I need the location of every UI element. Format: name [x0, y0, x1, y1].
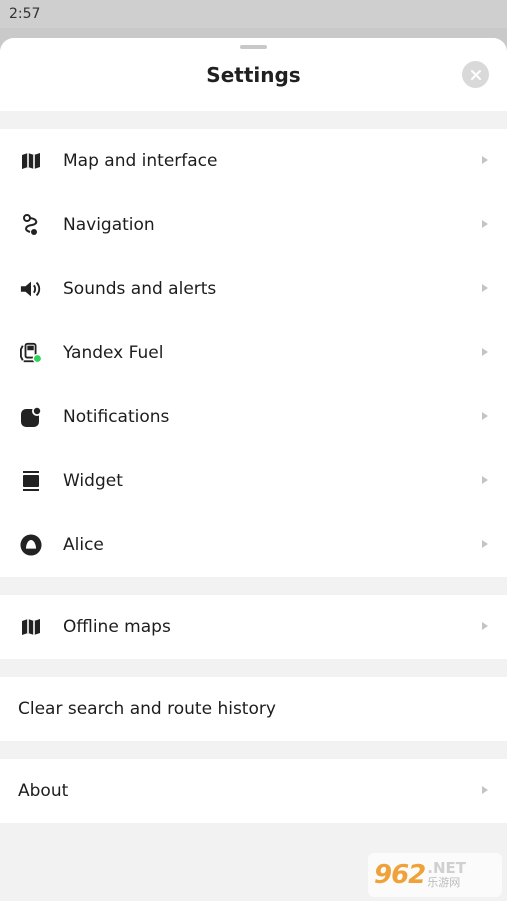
settings-item-label: Navigation	[63, 215, 155, 235]
settings-item-offline-maps[interactable]: Offline maps	[0, 595, 507, 659]
chevron-right-icon	[482, 476, 488, 484]
settings-item-notifications[interactable]: Notifications	[0, 385, 507, 449]
settings-item-map-and-interface[interactable]: Map and interface	[0, 129, 507, 193]
settings-group-main: Map and interface Navigation Sounds and …	[0, 129, 507, 577]
settings-item-about[interactable]: About	[0, 759, 507, 823]
settings-item-sounds-and-alerts[interactable]: Sounds and alerts	[0, 257, 507, 321]
settings-item-label: About	[18, 781, 69, 801]
settings-item-label: Offline maps	[63, 617, 171, 637]
widget-icon	[20, 470, 42, 492]
settings-item-label: Notifications	[63, 407, 170, 427]
chevron-right-icon	[482, 540, 488, 548]
chevron-right-icon	[482, 348, 488, 356]
watermark-net: .NET	[427, 859, 467, 877]
chevron-right-icon	[482, 220, 488, 228]
settings-item-label: Yandex Fuel	[63, 343, 164, 363]
chevron-right-icon	[482, 156, 488, 164]
clear-history-button[interactable]: Clear search and route history	[0, 677, 507, 741]
settings-group-offline: Offline maps	[0, 595, 507, 659]
settings-sheet: Settings Map and interface Navigation So…	[0, 38, 507, 901]
map-icon	[20, 616, 42, 638]
status-time: 2:57	[9, 6, 41, 22]
close-icon	[470, 69, 481, 80]
chevron-right-icon	[482, 412, 488, 420]
close-button[interactable]	[462, 61, 489, 88]
settings-item-label: Alice	[63, 535, 104, 555]
clear-history-label: Clear search and route history	[18, 699, 276, 719]
settings-group-about: About	[0, 759, 507, 823]
chevron-right-icon	[482, 284, 488, 292]
settings-group-history: Clear search and route history	[0, 677, 507, 741]
chevron-right-icon	[482, 622, 488, 630]
watermark-number: 962	[374, 860, 426, 890]
status-bar: 2:57	[0, 0, 507, 28]
settings-item-alice[interactable]: Alice	[0, 513, 507, 577]
settings-item-yandex-fuel[interactable]: Yandex Fuel	[0, 321, 507, 385]
page-title: Settings	[206, 63, 301, 87]
chevron-right-icon	[482, 786, 488, 794]
settings-item-widget[interactable]: Widget	[0, 449, 507, 513]
settings-item-label: Widget	[63, 471, 123, 491]
sheet-grabber-handle[interactable]	[240, 45, 267, 49]
notification-icon	[20, 406, 42, 428]
watermark-cn: 乐游网	[427, 876, 461, 889]
settings-item-label: Sounds and alerts	[63, 279, 217, 299]
settings-item-navigation[interactable]: Navigation	[0, 193, 507, 257]
speaker-icon	[20, 278, 42, 300]
watermark-logo: 962 .NET 乐游网	[368, 853, 502, 897]
fuel-pump-icon	[20, 342, 42, 364]
alice-icon	[20, 534, 42, 556]
route-icon	[20, 214, 42, 236]
settings-item-label: Map and interface	[63, 151, 218, 171]
sheet-header: Settings	[0, 38, 507, 111]
map-icon	[20, 150, 42, 172]
